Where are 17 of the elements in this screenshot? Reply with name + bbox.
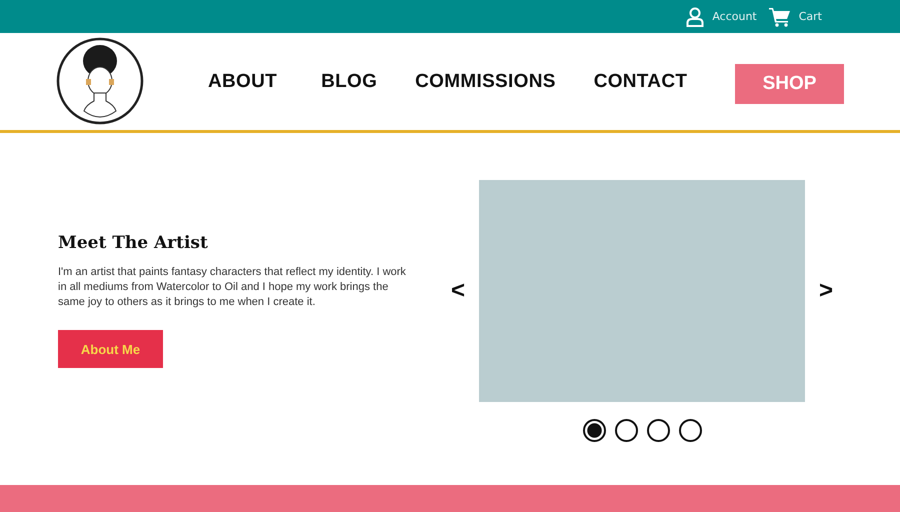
nav-link[interactable]: BLOG: [321, 70, 378, 92]
intro-paragraph: I'm an artist that paints fantasy characters that reflect my identity. I work in all mediums from Watercolor to Oil and I hope my work brings the same joy to others as it brings to me when I create it.: [58, 265, 407, 310]
nav-link[interactable]: CONTACT: [594, 70, 688, 92]
slide-dot[interactable]: [678, 419, 702, 442]
slide-dot[interactable]: [614, 419, 638, 442]
slide-dot[interactable]: [646, 419, 670, 442]
account-link[interactable]: Account: [712, 10, 757, 23]
logo-drawing[interactable]: [56, 36, 144, 124]
nav-link[interactable]: ABOUT: [208, 70, 278, 92]
next-button[interactable]: >: [817, 277, 836, 305]
nav-link[interactable]: COMMISSIONS: [415, 70, 556, 92]
cart-icon: [768, 6, 791, 26]
slide-dot[interactable]: [582, 419, 606, 442]
previous-button[interactable]: <: [449, 277, 468, 305]
section-heading: Meet The Artist: [58, 233, 209, 253]
cart-link[interactable]: Cart: [798, 10, 822, 23]
person-icon: [686, 6, 704, 26]
